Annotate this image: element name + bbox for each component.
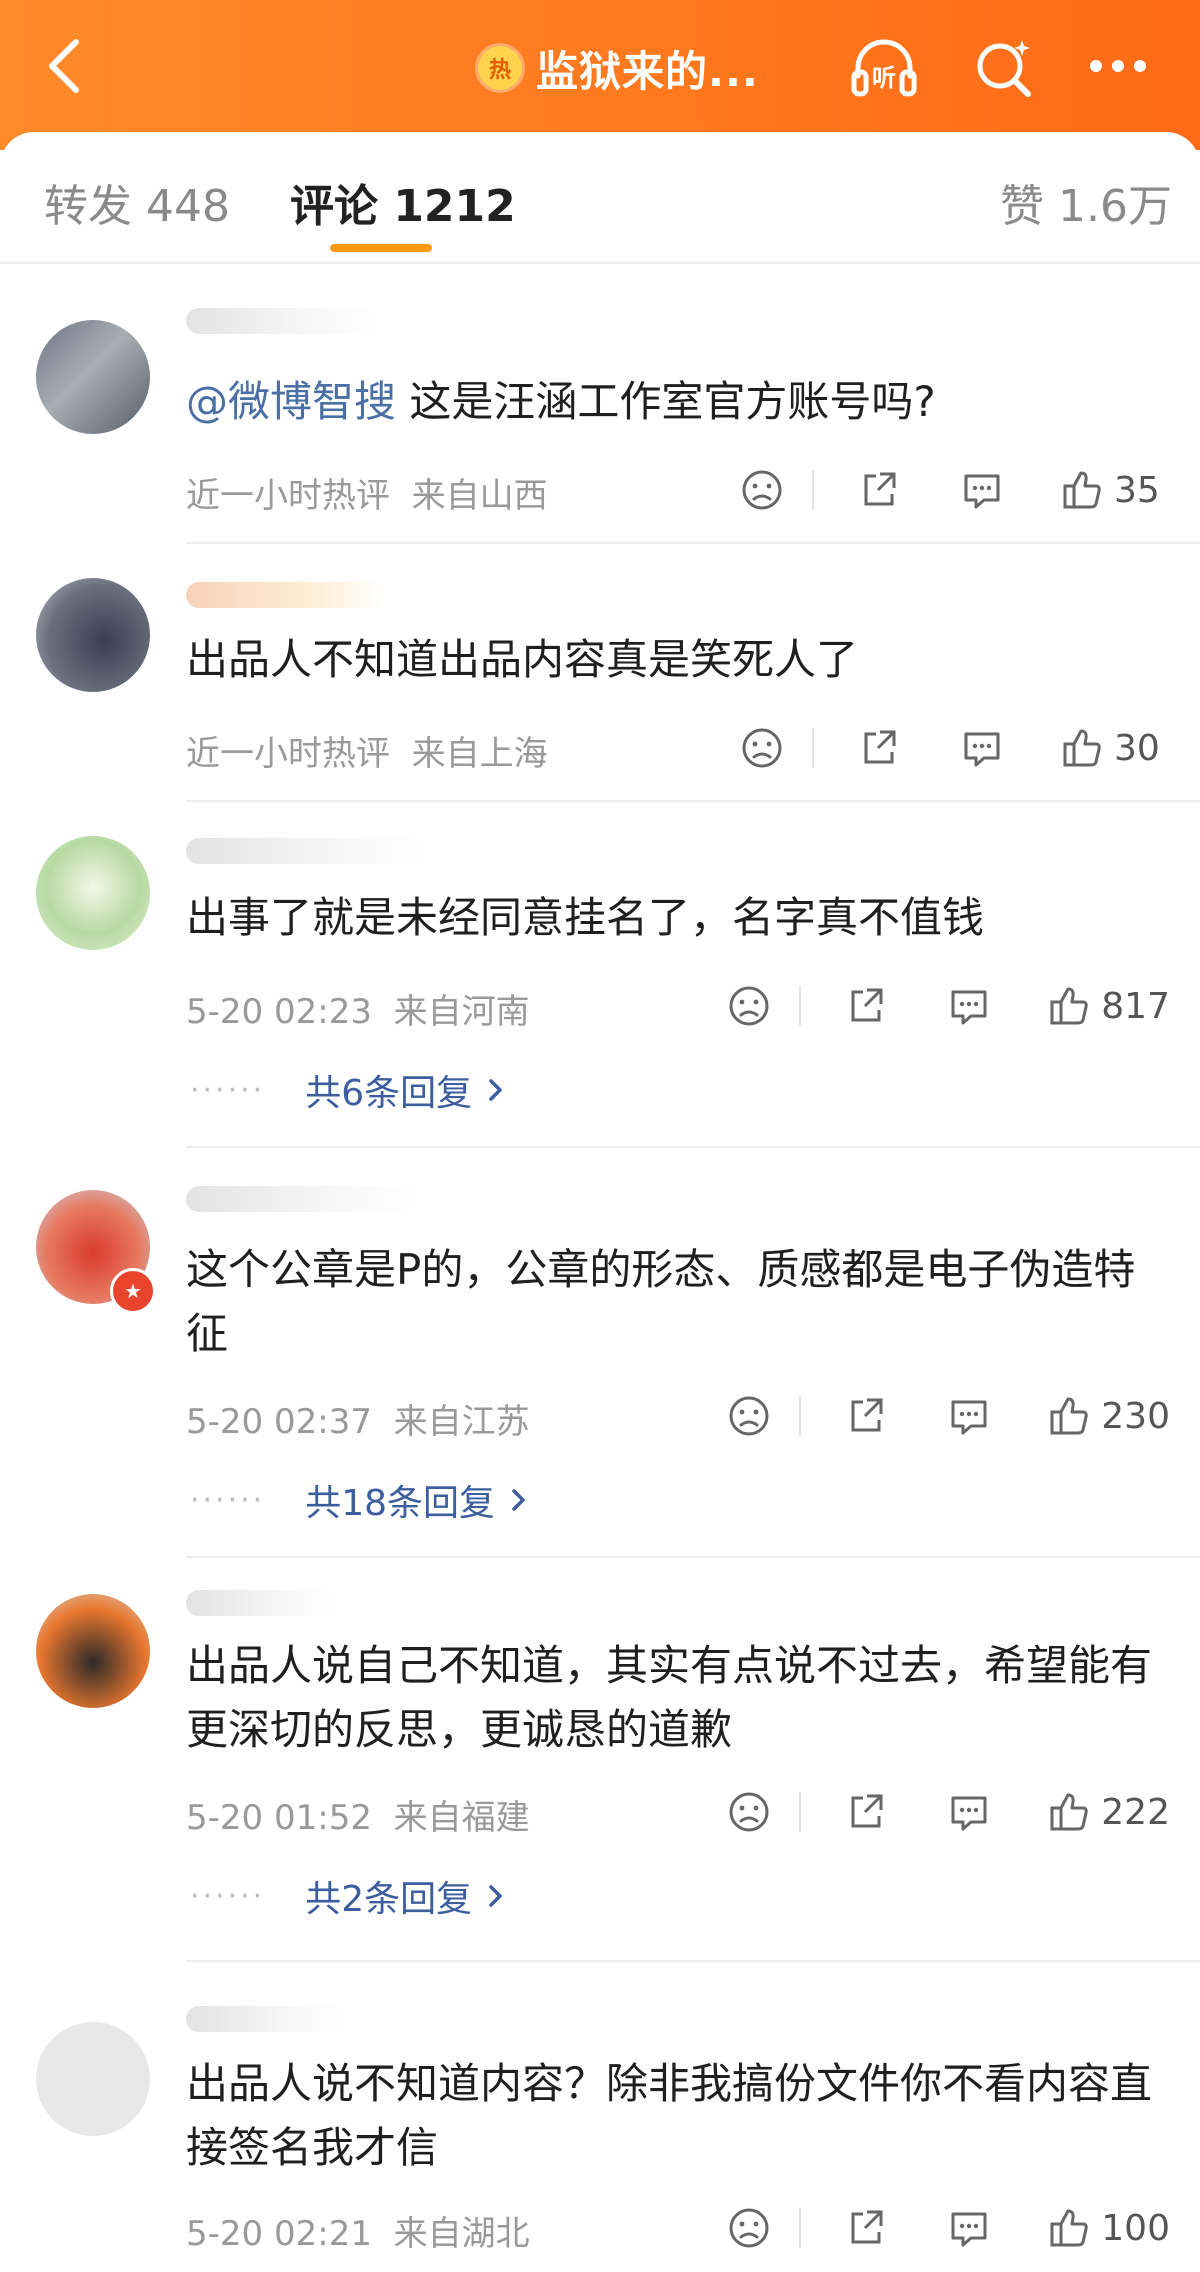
chevron-right-icon [486, 1881, 506, 1911]
view-replies-link[interactable]: ······ 共2条回复 [190, 1870, 506, 1922]
avatar[interactable] [36, 578, 150, 692]
reply-bubble-icon[interactable] [947, 984, 991, 1028]
action-divider [799, 1792, 802, 1832]
like-count: 30 [1114, 727, 1160, 769]
comment-meta: 近一小时热评 来自山西 [186, 476, 548, 516]
action-divider [799, 986, 802, 1026]
like-thumb-icon[interactable] [1047, 2206, 1091, 2250]
dislike-face-icon[interactable] [727, 984, 771, 1028]
share-icon[interactable] [845, 984, 889, 1028]
more-menu-icon[interactable] [1082, 32, 1154, 104]
mention-link[interactable]: @微博智搜 [186, 377, 396, 426]
dislike-face-icon[interactable] [727, 2206, 771, 2250]
username-redacted[interactable] [186, 308, 376, 334]
comment-text: 出品人说不知道内容？除非我搞份文件你不看内容直接签名我才信 [186, 2059, 1153, 2172]
comment-meta: 5-20 02:37 来自江苏 [186, 1402, 530, 1442]
avatar[interactable] [36, 1594, 150, 1708]
action-divider [799, 1396, 802, 1436]
replies-dots: ······ [190, 1072, 266, 1108]
username-redacted[interactable] [186, 1590, 336, 1616]
avatar[interactable] [36, 836, 150, 950]
comment-text: @微博智搜 这是汪涵工作室官方账号吗? [186, 377, 936, 426]
like-count: 100 [1101, 2207, 1170, 2249]
like-thumb-icon[interactable] [1047, 1394, 1091, 1438]
like-count: 230 [1101, 1395, 1170, 1437]
avatar[interactable] [36, 2022, 150, 2136]
dislike-face-icon[interactable] [740, 726, 784, 770]
comment-text: 这个公章是P的，公章的形态、质感都是电子伪造特征 [186, 1245, 1136, 1358]
action-divider [812, 728, 814, 768]
replies-dots: ······ [190, 1878, 266, 1914]
share-icon[interactable] [845, 2206, 889, 2250]
dislike-face-icon[interactable] [727, 1394, 771, 1438]
dislike-face-icon[interactable] [727, 1790, 771, 1834]
listen-headphones-icon[interactable]: 听 [848, 32, 920, 104]
divider [186, 1556, 1200, 1558]
active-tab-indicator [330, 244, 432, 252]
divider [186, 1146, 1200, 1148]
divider [186, 1960, 1200, 1962]
comment-meta: 5-20 02:21 来自湖北 [186, 2214, 530, 2254]
share-icon[interactable] [858, 726, 902, 770]
comments-sheet: 转发 448 评论 1212 赞 1.6万 [0, 132, 1200, 2272]
top-bar: 热 监狱来的... 听 [0, 0, 1200, 150]
reply-bubble-icon[interactable] [947, 1790, 991, 1834]
page-title: 监狱来的... [536, 46, 759, 96]
replies-count: 共2条回复 [305, 1879, 473, 1920]
divider [186, 542, 1200, 544]
header-title-group[interactable]: 热 监狱来的... [478, 38, 759, 98]
comment-actions: 35 [740, 460, 1170, 520]
svg-text:听: 听 [872, 64, 896, 92]
reply-bubble-icon[interactable] [947, 1394, 991, 1438]
tab-likes[interactable]: 赞 1.6万 [1000, 170, 1172, 234]
chevron-right-icon [509, 1485, 529, 1515]
username-redacted[interactable] [186, 582, 386, 608]
like-count: 35 [1114, 469, 1160, 511]
username-redacted[interactable] [186, 2006, 346, 2032]
share-icon[interactable] [858, 468, 902, 512]
like-thumb-icon[interactable] [1060, 468, 1104, 512]
avatar[interactable] [36, 320, 150, 434]
comment-text: 出品人不知道出品内容真是笑死人了 [186, 635, 859, 684]
comment-actions: 30 [740, 718, 1170, 778]
reply-bubble-icon[interactable] [947, 2206, 991, 2250]
replies-count: 共6条回复 [305, 1073, 473, 1114]
share-icon[interactable] [845, 1790, 889, 1834]
action-divider [799, 2208, 802, 2248]
like-count: 817 [1101, 985, 1170, 1027]
tab-comments[interactable]: 评论 1212 [290, 170, 516, 234]
dislike-face-icon[interactable] [740, 468, 784, 512]
comment-text: 出事了就是未经同意挂名了，名字真不值钱 [186, 893, 985, 942]
view-replies-link[interactable]: ······ 共6条回复 [190, 1064, 506, 1116]
username-redacted[interactable] [186, 1186, 416, 1212]
replies-dots: ······ [190, 1482, 266, 1518]
smart-search-icon[interactable] [968, 32, 1040, 104]
hot-badge-icon: 热 [478, 46, 522, 90]
comment-text: 出品人说自己不知道，其实有点说不过去，希望能有更深切的反思，更诚恳的道歉 [186, 1641, 1153, 1754]
comment-actions: 230 [727, 1386, 1170, 1446]
verified-star-icon: ★ [110, 1268, 156, 1314]
comment-meta: 近一小时热评 来自上海 [186, 734, 548, 774]
tab-bar: 转发 448 评论 1212 赞 1.6万 [0, 132, 1200, 264]
like-thumb-icon[interactable] [1047, 1790, 1091, 1834]
like-thumb-icon[interactable] [1047, 984, 1091, 1028]
comment-meta: 5-20 02:23 来自河南 [186, 992, 530, 1032]
like-thumb-icon[interactable] [1060, 726, 1104, 770]
reply-bubble-icon[interactable] [960, 468, 1004, 512]
comment-actions: 817 [727, 976, 1170, 1036]
action-divider [812, 470, 814, 510]
view-replies-link[interactable]: ······ 共18条回复 [190, 1474, 529, 1526]
comment-actions: 222 [727, 1782, 1170, 1842]
comment-actions: 100 [727, 2198, 1170, 2258]
tab-repost[interactable]: 转发 448 [44, 170, 230, 234]
like-count: 222 [1101, 1791, 1170, 1833]
divider [186, 800, 1200, 802]
replies-count: 共18条回复 [305, 1483, 496, 1524]
username-redacted[interactable] [186, 838, 426, 864]
comment-meta: 5-20 01:52 来自福建 [186, 1798, 530, 1838]
back-arrow-icon[interactable] [36, 36, 96, 96]
share-icon[interactable] [845, 1394, 889, 1438]
reply-bubble-icon[interactable] [960, 726, 1004, 770]
chevron-right-icon [486, 1075, 506, 1105]
